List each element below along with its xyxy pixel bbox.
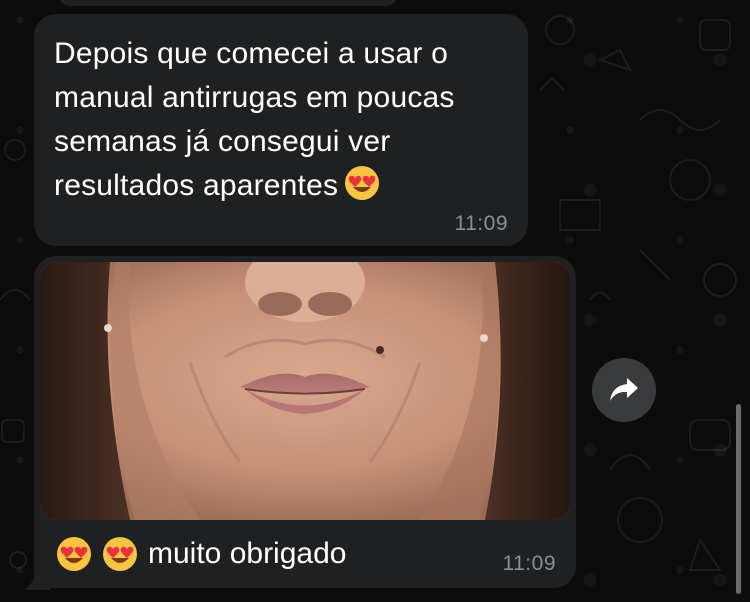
heart-eyes-emoji-icon — [57, 537, 91, 571]
forward-button[interactable] — [592, 358, 656, 422]
message-timestamp: 11:09 — [502, 552, 556, 575]
message-text-container: Depois que comecei a usar o manual antir… — [54, 32, 514, 208]
message-bubble-text[interactable]: Depois que comecei a usar o manual antir… — [34, 14, 528, 246]
face-photo-image — [40, 262, 570, 520]
image-caption: muito obrigado — [56, 536, 346, 572]
forward-arrow-icon — [610, 378, 638, 401]
message-text: Depois que comecei a usar o manual antir… — [54, 37, 455, 202]
scrollbar[interactable] — [736, 404, 741, 594]
heart-eyes-emoji-icon — [103, 537, 137, 571]
heart-eyes-emoji-icon — [345, 166, 380, 200]
message-timestamp: 11:09 — [454, 212, 508, 235]
face-photo[interactable] — [40, 262, 570, 520]
message-bubble-image[interactable]: muito obrigado 11:09 — [34, 256, 576, 588]
caption-text: muito obrigado — [148, 537, 347, 570]
previous-message-bubble-edge — [58, 0, 398, 6]
